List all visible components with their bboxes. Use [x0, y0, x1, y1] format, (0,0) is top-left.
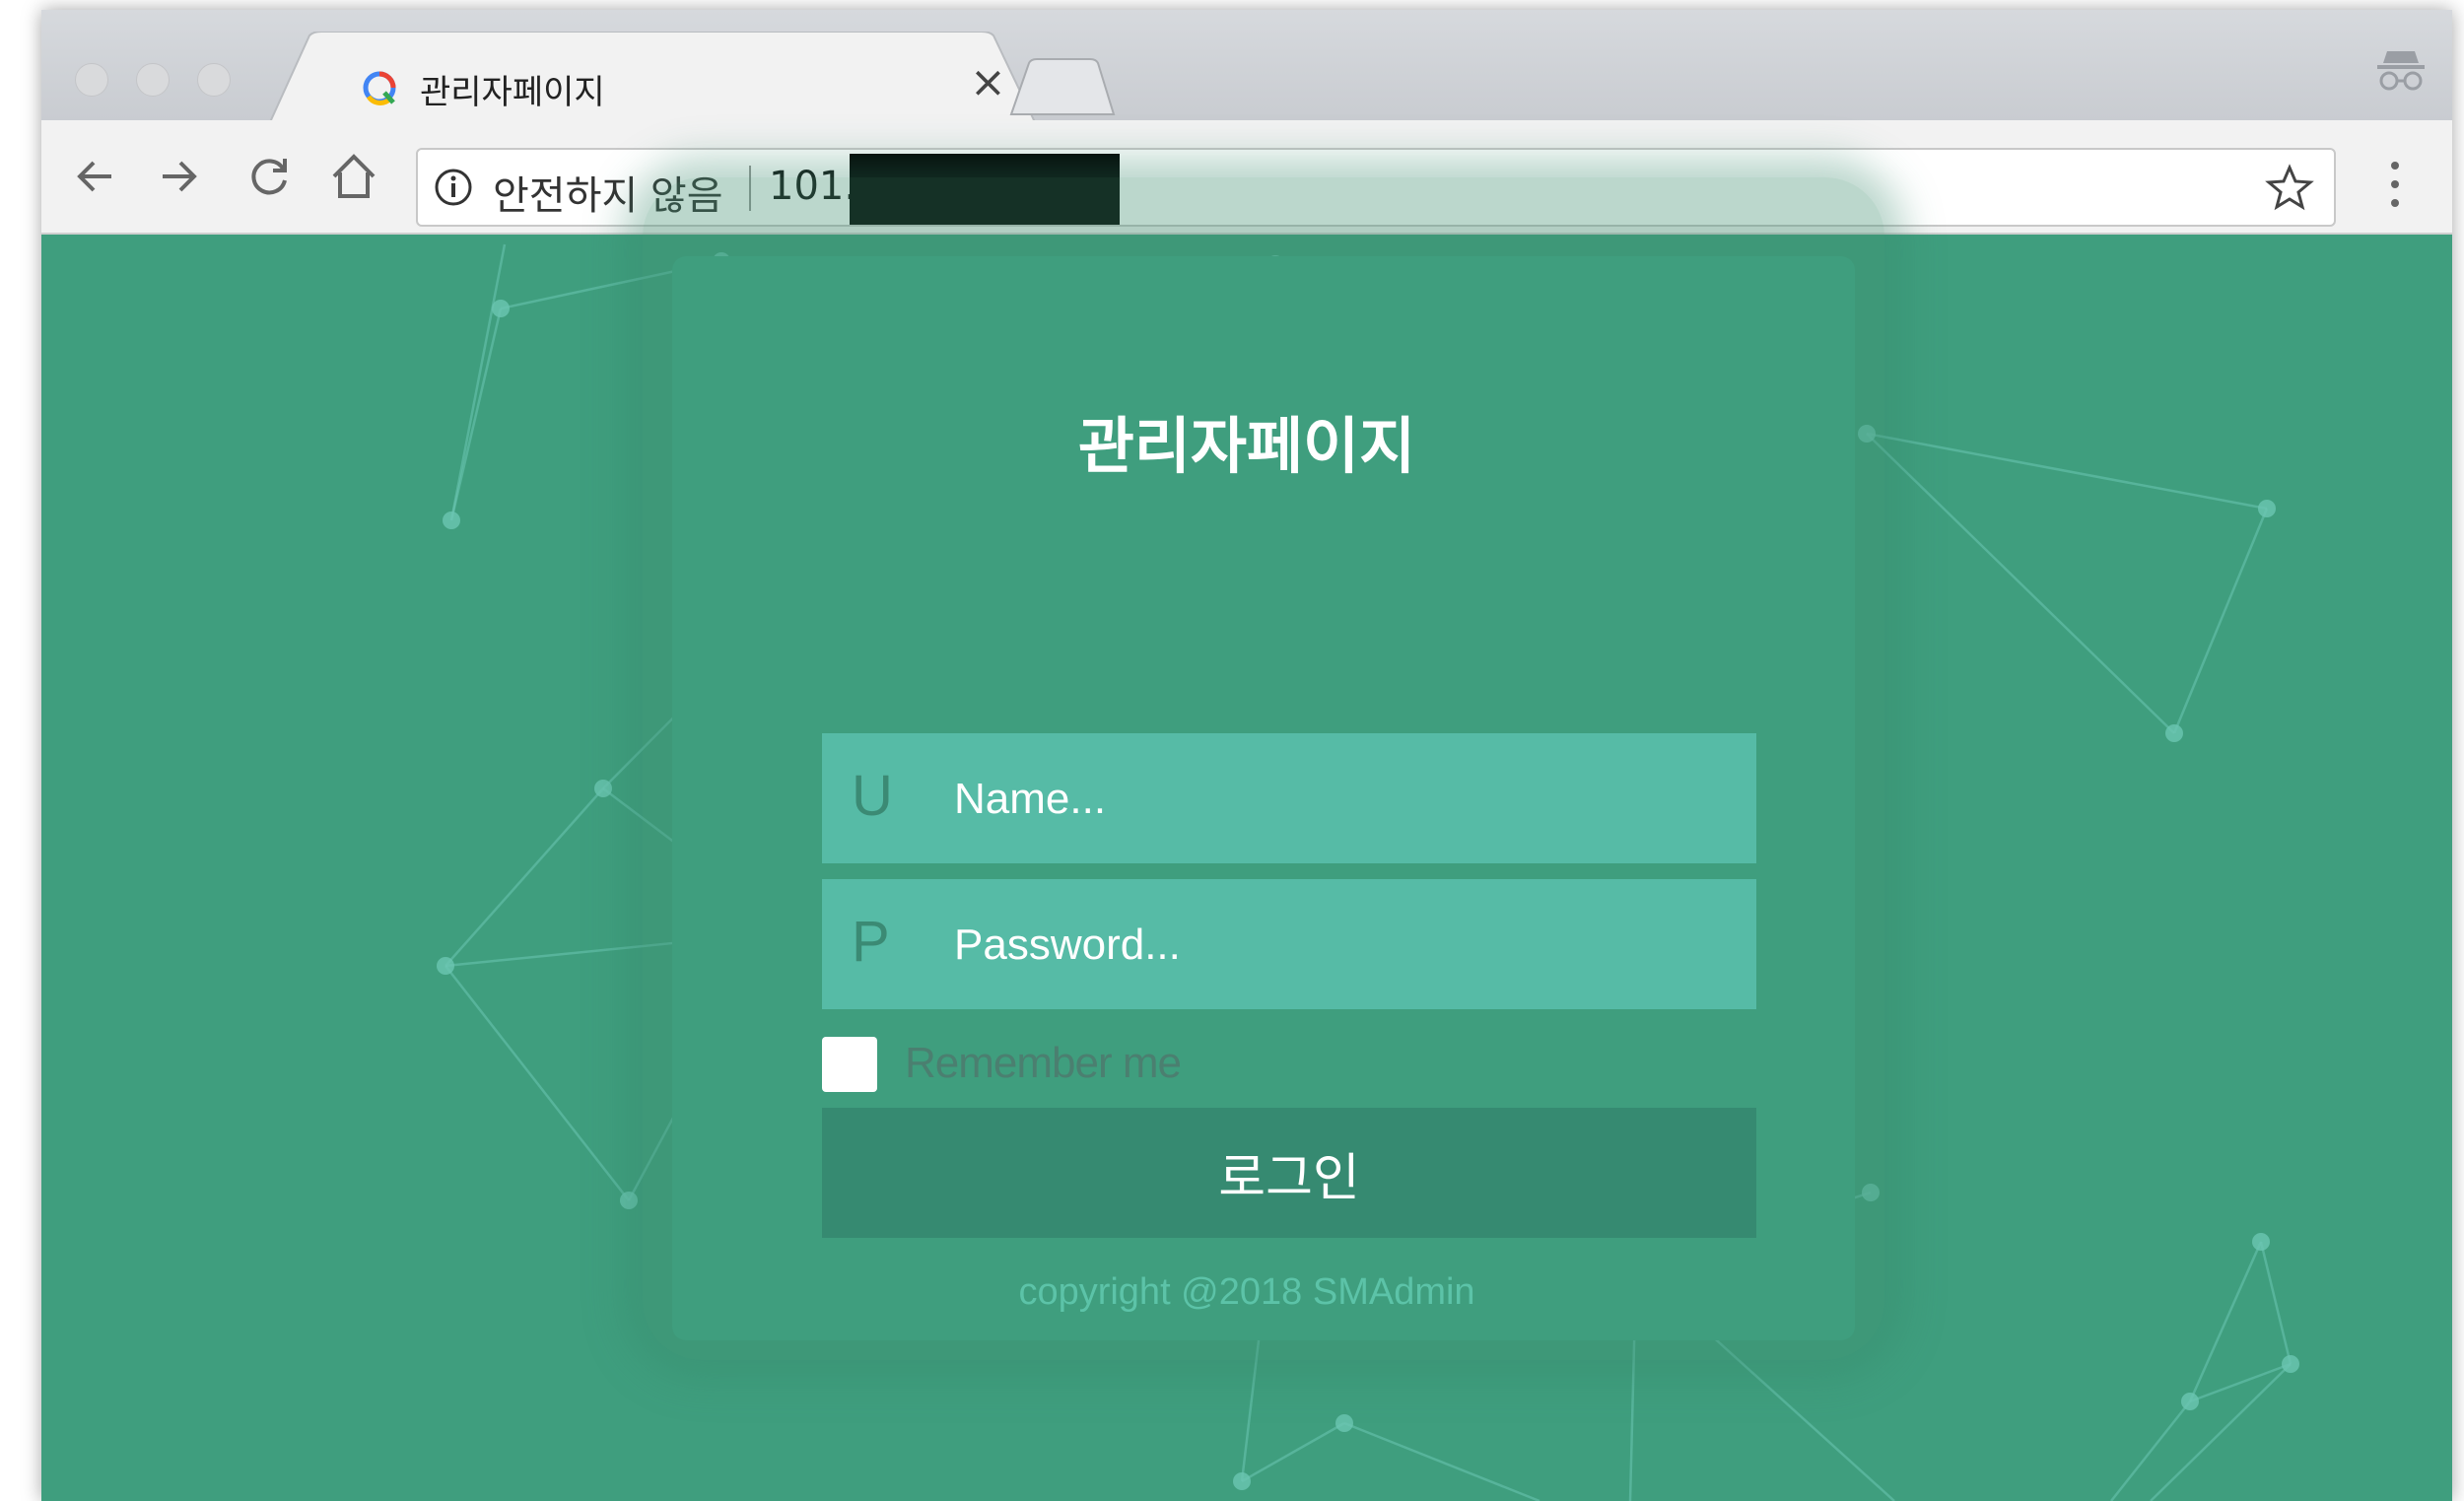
remember-me-label[interactable]: Remember me — [905, 1039, 1182, 1088]
remember-me-checkbox[interactable] — [822, 1037, 877, 1092]
home-button[interactable] — [319, 142, 388, 211]
login-title: 관리자페이지 — [1077, 410, 1416, 482]
password-field[interactable]: P — [822, 879, 1756, 1011]
username-prefix: U — [852, 764, 893, 828]
password-prefix: P — [852, 910, 890, 974]
reload-button[interactable] — [235, 142, 304, 211]
password-input[interactable] — [952, 879, 1725, 1011]
forward-button[interactable] — [144, 142, 213, 211]
reload-icon — [251, 159, 287, 195]
info-icon[interactable] — [434, 168, 473, 207]
tab-strip: 관리자페이지 × — [41, 10, 2452, 122]
browser-menu-icon[interactable] — [2387, 160, 2403, 209]
forward-arrow-icon — [163, 161, 197, 192]
bookmark-star-icon[interactable] — [2265, 164, 2314, 213]
copyright-text: copyright @2018 SMAdmin — [1018, 1271, 1475, 1313]
new-tab-button[interactable] — [1007, 57, 1116, 116]
back-button[interactable] — [61, 142, 130, 211]
username-input[interactable] — [952, 733, 1725, 865]
window-minimize-dot[interactable] — [136, 63, 170, 97]
incognito-icon — [2377, 51, 2425, 91]
favicon-icon — [363, 71, 396, 105]
back-arrow-icon — [77, 161, 111, 192]
login-button[interactable]: 로그인 — [822, 1108, 1756, 1238]
username-field[interactable]: U — [822, 733, 1756, 865]
home-icon — [332, 154, 376, 198]
tab-title: 관리자페이지 — [420, 73, 605, 112]
browser-window: 관리자페이지 × 안전하지 않음 101. 관리자페이지 U Name... P… — [41, 10, 2452, 1501]
tab-close-icon[interactable]: × — [970, 61, 1006, 104]
window-close-dot[interactable] — [75, 63, 108, 97]
tab-admin-page[interactable]: 관리자페이지 × — [270, 32, 1039, 122]
window-zoom-dot[interactable] — [197, 63, 231, 97]
